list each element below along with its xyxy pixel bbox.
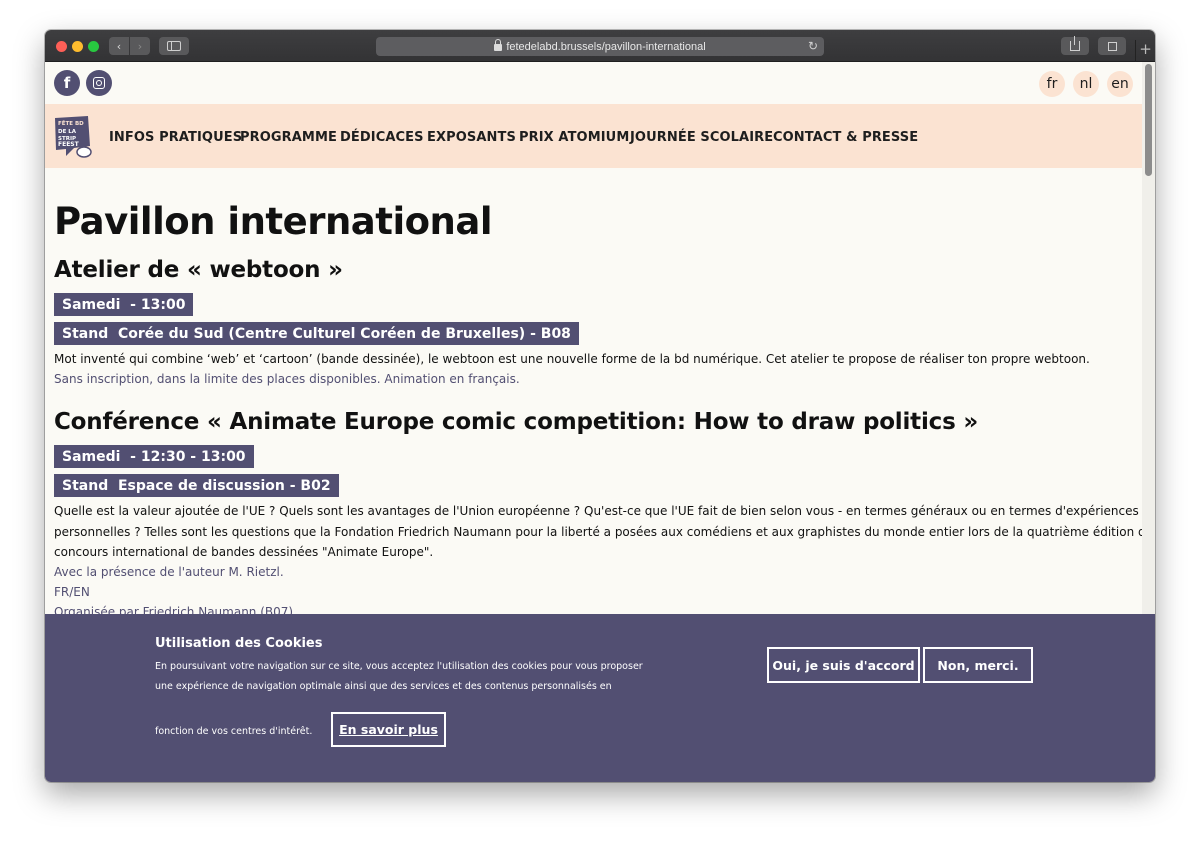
lang-nl-button[interactable]: nl xyxy=(1073,71,1099,97)
event-description-line: concours international de bandes dessiné… xyxy=(54,545,434,559)
sidebar-icon xyxy=(167,41,181,51)
event-note: Avec la présence de l'auteur M. Rietzl. xyxy=(54,565,284,579)
cookie-title: Utilisation des Cookies xyxy=(155,636,323,651)
zoom-window-button[interactable] xyxy=(88,41,99,52)
svg-text:DE LA: DE LA xyxy=(58,129,77,135)
cookie-accept-button[interactable]: Oui, je suis d'accord xyxy=(767,647,920,683)
forward-button[interactable]: › xyxy=(130,37,150,55)
nav-prix-atomium[interactable]: PRIX ATOMIUM xyxy=(519,130,629,145)
event-stand-badge: Stand Espace de discussion - B02 xyxy=(54,474,339,497)
event-note: FR/EN xyxy=(54,585,90,599)
nav-programme[interactable]: PROGRAMME xyxy=(240,130,337,145)
reload-icon[interactable]: ↻ xyxy=(808,39,818,53)
cookie-text-line: fonction de vos centres d'intérêt. xyxy=(155,726,313,737)
url-text: fetedelabd.brussels/pavillon-internation… xyxy=(506,40,706,53)
event-description-line: Quelle est la valeur ajoutée de l'UE ? Q… xyxy=(54,504,1139,518)
minimize-window-button[interactable] xyxy=(72,41,83,52)
cookie-text-line: En poursuivant votre navigation sur ce s… xyxy=(155,661,643,672)
event-title: Atelier de « webtoon » xyxy=(54,257,343,283)
lang-fr-button[interactable]: fr xyxy=(1039,71,1065,97)
facebook-icon[interactable]: f xyxy=(54,70,80,96)
chevron-right-icon: › xyxy=(137,39,143,53)
lang-en-button[interactable]: en xyxy=(1107,71,1133,97)
share-icon xyxy=(1070,36,1080,51)
nav-infos-pratiques[interactable]: INFOS PRATIQUES xyxy=(109,130,242,145)
new-tab-button[interactable]: + xyxy=(1135,40,1155,62)
instagram-icon[interactable] xyxy=(86,70,112,96)
svg-text:FEEST: FEEST xyxy=(58,141,80,148)
event-stand-badge: Stand Corée du Sud (Centre Culturel Coré… xyxy=(54,322,579,345)
svg-text:FÊTE BD: FÊTE BD xyxy=(58,119,84,127)
tabs-overview-button[interactable] xyxy=(1098,37,1126,55)
address-bar[interactable]: fetedelabd.brussels/pavillon-internation… xyxy=(376,37,824,56)
cookie-more-info-button[interactable]: En savoir plus xyxy=(331,712,446,747)
browser-window: ‹ › fetedelabd.brussels/pavillon-interna… xyxy=(45,30,1155,782)
plus-icon: + xyxy=(1139,40,1152,58)
page-title: Pavillon international xyxy=(54,200,493,243)
site-logo[interactable]: FÊTE BD DE LA STRIP FEEST xyxy=(52,114,92,160)
cookie-decline-button[interactable]: Non, merci. xyxy=(923,647,1033,683)
nav-dedicaces[interactable]: DÉDICACES xyxy=(340,130,424,145)
share-button[interactable] xyxy=(1061,36,1089,55)
event-description-line: personnelles ? Telles sont les questions… xyxy=(54,524,1142,539)
nav-exposants[interactable]: EXPOSANTS xyxy=(427,130,516,145)
nav-contact-presse[interactable]: CONTACT & PRESSE xyxy=(773,130,918,145)
top-bar: f fr nl en xyxy=(45,62,1142,104)
nav-journee-scolaire[interactable]: JOURNÉE SCOLAIRE xyxy=(630,130,773,145)
chevron-left-icon: ‹ xyxy=(116,39,122,53)
browser-titlebar: ‹ › fetedelabd.brussels/pavillon-interna… xyxy=(45,30,1155,62)
lock-icon xyxy=(494,39,503,51)
event-note: Sans inscription, dans la limite des pla… xyxy=(54,372,520,386)
event-time-badge: Samedi - 12:30 - 13:00 xyxy=(54,445,254,468)
cookie-banner: Utilisation des Cookies En poursuivant v… xyxy=(45,614,1155,782)
back-button[interactable]: ‹ xyxy=(109,37,129,55)
scrollbar-thumb[interactable] xyxy=(1145,64,1152,176)
cookie-text-line: une expérience de navigation optimale ai… xyxy=(155,681,612,692)
event-title: Conférence « Animate Europe comic compet… xyxy=(54,409,979,435)
event-description: Mot inventé qui combine ‘web’ et ‘cartoo… xyxy=(54,352,1090,366)
sidebar-toggle-button[interactable] xyxy=(159,37,189,55)
event-time-badge: Samedi - 13:00 xyxy=(54,293,194,316)
close-window-button[interactable] xyxy=(56,41,67,52)
main-nav: FÊTE BD DE LA STRIP FEEST INFOS PRATIQUE… xyxy=(45,104,1142,168)
tabs-icon xyxy=(1107,41,1117,51)
